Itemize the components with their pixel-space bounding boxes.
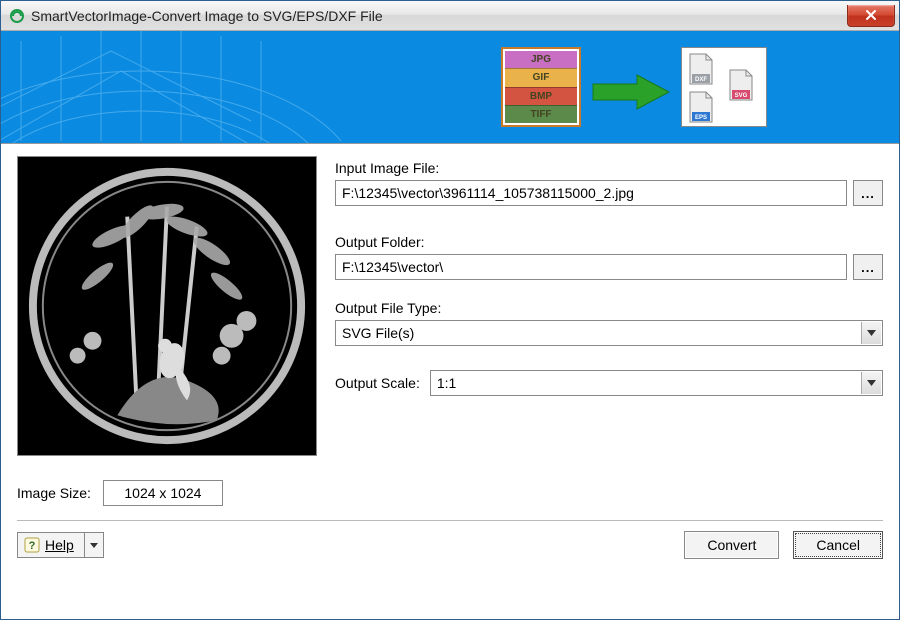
app-icon xyxy=(9,8,25,24)
window-title: SmartVectorImage-Convert Image to SVG/EP… xyxy=(31,8,847,24)
output-type-value: SVG File(s) xyxy=(342,325,414,341)
titlebar: SmartVectorImage-Convert Image to SVG/EP… xyxy=(1,1,899,31)
help-label: Help xyxy=(45,537,74,553)
footer: ? Help Convert Cancel xyxy=(17,521,883,559)
output-folder-field[interactable] xyxy=(335,254,847,280)
banner: JPG GIF BMP TIFF DXF SVG EPS xyxy=(1,31,899,144)
input-file-browse-button[interactable]: ... xyxy=(853,180,883,206)
format-bmp: BMP xyxy=(505,87,577,105)
output-folder-row: Output Folder: ... xyxy=(335,234,883,280)
svg-text:DXF: DXF xyxy=(695,77,707,83)
help-icon: ? xyxy=(24,537,40,553)
chevron-down-icon xyxy=(861,322,881,344)
blueprint-graphic xyxy=(1,31,341,144)
form-column: Input Image File: ... Output Folder: ...… xyxy=(335,156,883,456)
svg-text:SVG: SVG xyxy=(735,93,748,99)
cancel-button[interactable]: Cancel xyxy=(793,531,883,559)
help-split-button: ? Help xyxy=(17,532,104,558)
format-gif: GIF xyxy=(505,68,577,86)
image-size-value: 1024 x 1024 xyxy=(103,480,223,506)
input-file-label: Input Image File: xyxy=(335,160,883,176)
output-type-label: Output File Type: xyxy=(335,300,883,316)
footer-buttons: Convert Cancel xyxy=(684,531,883,559)
output-scale-select[interactable]: 1:1 xyxy=(430,370,883,396)
image-size-row: Image Size: 1024 x 1024 xyxy=(17,480,883,506)
output-type-select[interactable]: SVG File(s) xyxy=(335,320,883,346)
convert-button[interactable]: Convert xyxy=(684,531,779,559)
arrow-icon xyxy=(591,73,671,111)
output-type-row: Output File Type: SVG File(s) xyxy=(335,300,883,346)
input-file-field[interactable] xyxy=(335,180,847,206)
svg-text:?: ? xyxy=(29,540,36,552)
svg-text:EPS: EPS xyxy=(695,115,707,121)
output-scale-label: Output Scale: xyxy=(335,375,420,391)
svg-file-icon: SVG xyxy=(726,68,756,102)
format-tiff: TIFF xyxy=(505,105,577,123)
eps-file-icon: EPS xyxy=(686,90,716,124)
input-file-row: Input Image File: ... xyxy=(335,160,883,206)
format-jpg: JPG xyxy=(505,51,577,68)
close-icon xyxy=(865,9,877,21)
image-preview xyxy=(17,156,317,456)
output-folder-browse-button[interactable]: ... xyxy=(853,254,883,280)
chevron-down-icon xyxy=(90,543,98,548)
chevron-down-icon xyxy=(861,372,881,394)
output-formats-box: DXF SVG EPS xyxy=(681,47,767,127)
output-folder-label: Output Folder: xyxy=(335,234,883,250)
output-scale-value: 1:1 xyxy=(437,375,456,391)
input-formats-box: JPG GIF BMP TIFF xyxy=(501,47,581,127)
help-button[interactable]: ? Help xyxy=(18,533,85,557)
close-button[interactable] xyxy=(847,5,895,27)
image-size-label: Image Size: xyxy=(17,485,91,501)
upper-row: Input Image File: ... Output Folder: ...… xyxy=(17,156,883,456)
help-dropdown-button[interactable] xyxy=(85,533,103,557)
content-area: Input Image File: ... Output Folder: ...… xyxy=(1,144,899,619)
app-window: SmartVectorImage-Convert Image to SVG/EP… xyxy=(0,0,900,620)
output-scale-row: Output Scale: 1:1 xyxy=(335,370,883,396)
dxf-file-icon: DXF xyxy=(686,52,716,86)
